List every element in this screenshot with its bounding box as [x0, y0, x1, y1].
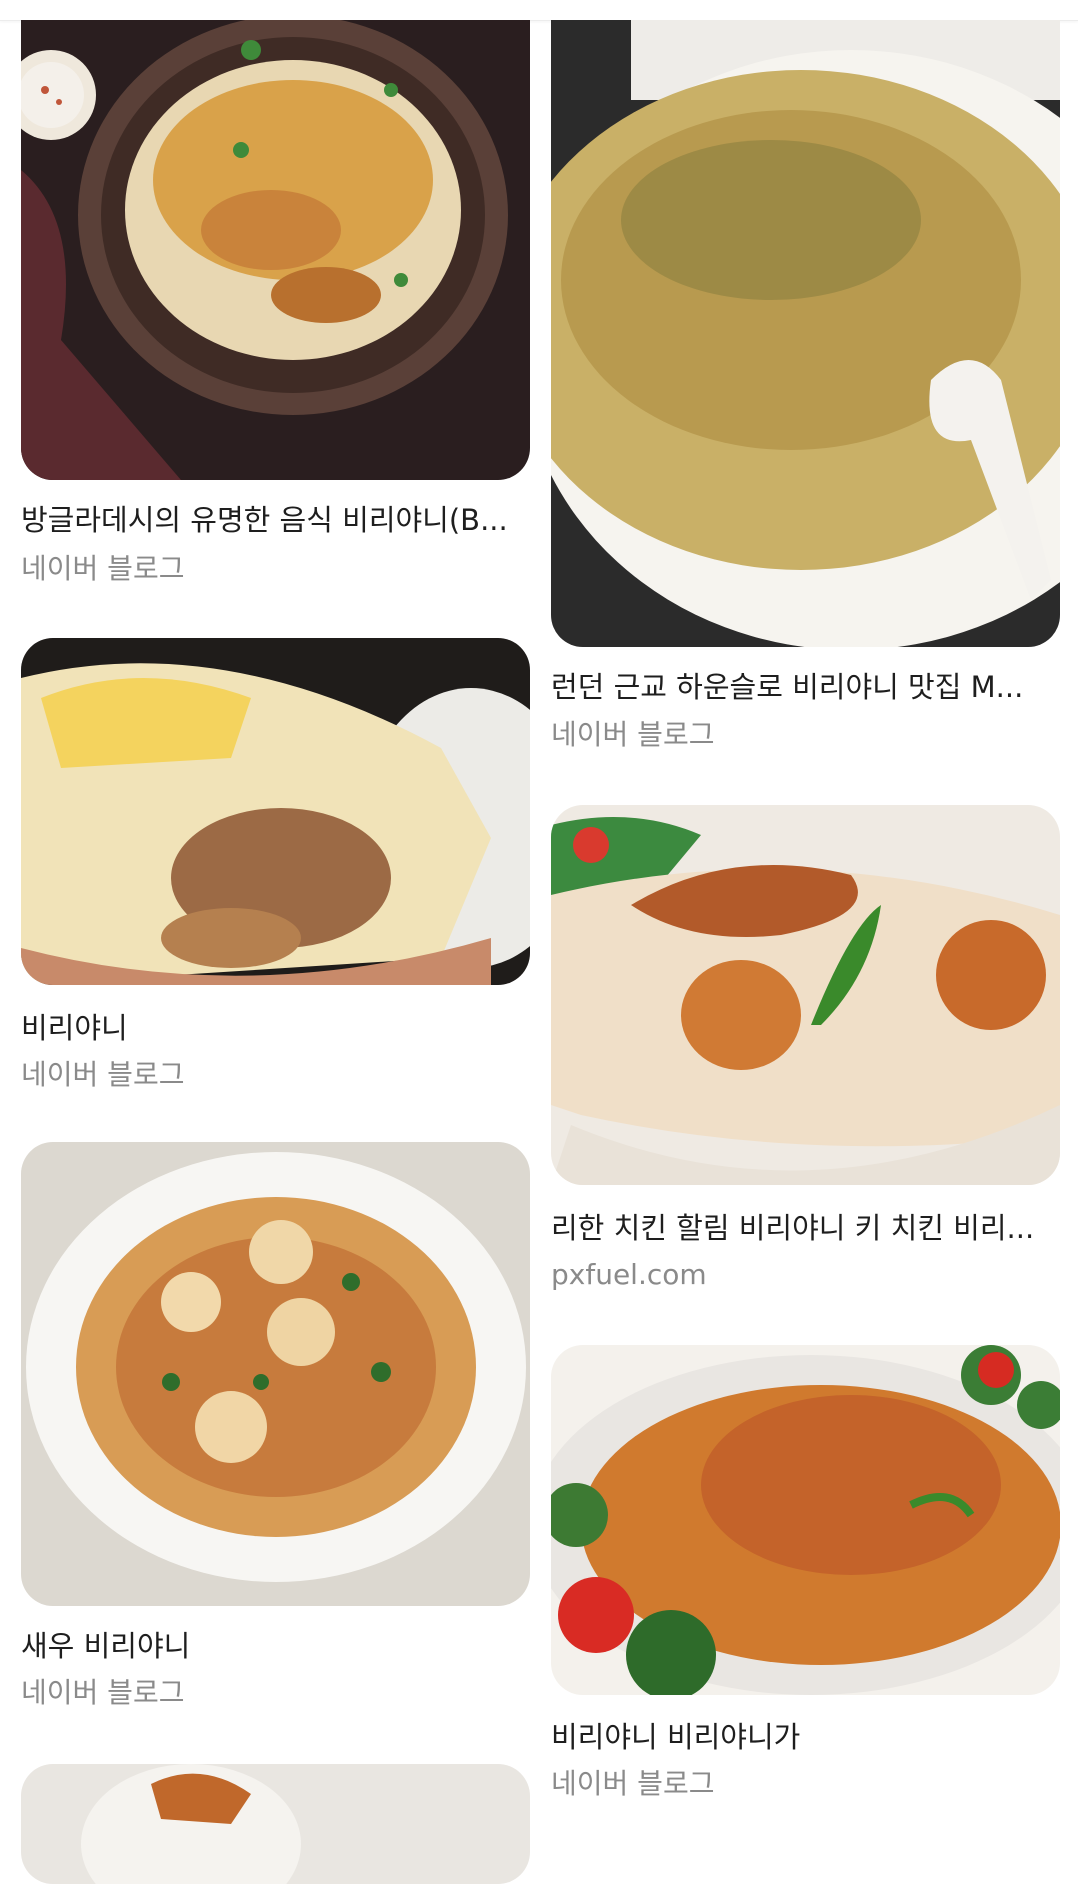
result-source: 네이버 블로그: [21, 552, 185, 585]
result-title[interactable]: 비리야니 비리야니가: [551, 1717, 1060, 1757]
result-source: 네이버 블로그: [21, 1676, 185, 1709]
result-title[interactable]: 런던 근교 하운슬로 비리야니 맛집 M...: [551, 667, 1060, 707]
result-title[interactable]: 리한 치킨 할림 비리야니 키 치킨 비리...: [551, 1208, 1060, 1248]
result-source: 네이버 블로그: [551, 1767, 715, 1800]
top-bar: [0, 0, 1078, 21]
result-image-shrimp-biryani[interactable]: [21, 1142, 530, 1606]
result-source: pxfuel.com: [551, 1258, 707, 1291]
result-image-platter-biryani[interactable]: [551, 1345, 1060, 1695]
result-image-mutton-biryani[interactable]: [21, 638, 530, 985]
result-image-partial[interactable]: [21, 1764, 530, 1884]
result-title[interactable]: 새우 비리야니: [21, 1626, 530, 1666]
result-image-chicken-biryani[interactable]: [21, 20, 530, 480]
result-image-chicken-drumstick-biryani[interactable]: [551, 805, 1060, 1185]
result-title[interactable]: 방글라데시의 유명한 음식 비리야니(B...: [21, 500, 530, 540]
result-image-rice-plate[interactable]: [551, 20, 1060, 647]
result-source: 네이버 블로그: [551, 718, 715, 751]
result-source: 네이버 블로그: [21, 1058, 185, 1091]
result-title[interactable]: 비리야니: [21, 1008, 530, 1048]
